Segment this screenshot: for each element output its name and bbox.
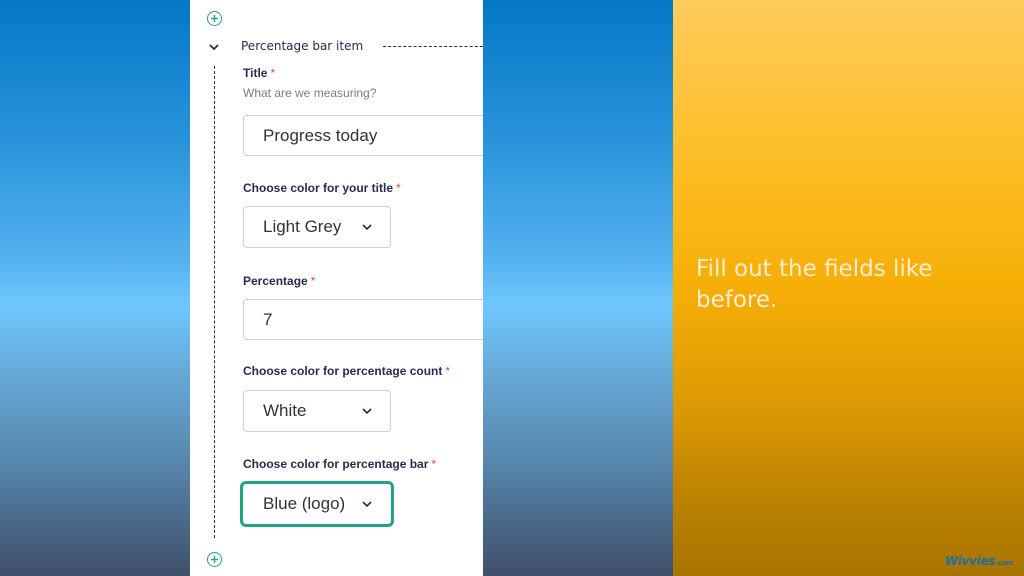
required-mark: *	[310, 274, 316, 288]
chevron-down-icon[interactable]	[208, 42, 220, 52]
percentage-label-text: Percentage	[243, 274, 308, 288]
required-mark: *	[270, 66, 276, 80]
section-title: Percentage bar item	[241, 39, 364, 53]
section-divider	[383, 46, 483, 47]
percentage-label: Percentage *	[243, 274, 315, 288]
circle-plus-icon	[210, 14, 219, 23]
section-tree-line	[214, 66, 215, 538]
count-color-select[interactable]: White	[243, 390, 391, 432]
percentage-input[interactable]: 7	[243, 299, 483, 340]
brand-suffix: .com	[995, 559, 1013, 567]
bar-color-label-text: Choose color for percentage bar	[243, 457, 429, 471]
title-color-value: Light Grey	[263, 217, 342, 236]
add-item-below-button[interactable]	[207, 552, 222, 567]
title-label-text: Title	[243, 66, 268, 80]
title-color-select[interactable]: Light Grey	[243, 206, 391, 248]
required-mark: *	[396, 181, 401, 195]
add-item-above-button[interactable]	[207, 11, 222, 26]
form-panel: Percentage bar item Title * What are we m…	[190, 0, 483, 576]
instruction-text: Fill out the fields like before.	[696, 256, 933, 313]
bar-color-label: Choose color for percentage bar *	[243, 457, 436, 471]
title-label: Title *	[243, 66, 275, 80]
chevron-down-icon	[362, 224, 372, 231]
required-mark: *	[431, 457, 437, 471]
brand-logo: Wivvies.com	[945, 554, 1013, 568]
bar-color-select[interactable]: Blue (logo)	[240, 481, 394, 527]
title-hint: What are we measuring?	[243, 86, 377, 100]
title-color-label-text: Choose color for your title	[243, 181, 394, 195]
count-color-label: Choose color for percentage count *	[243, 364, 450, 378]
title-color-label: Choose color for your title *	[243, 181, 401, 195]
bar-color-value: Blue (logo)	[263, 494, 346, 513]
count-color-value: White	[263, 401, 307, 420]
chevron-down-icon	[362, 408, 372, 415]
count-color-label-text: Choose color for percentage count	[243, 364, 443, 378]
title-input[interactable]: Progress today	[243, 115, 483, 156]
chevron-down-icon	[362, 501, 372, 508]
instruction-panel: Fill out the fields like before. Wivvies…	[673, 0, 1024, 576]
required-mark: *	[445, 364, 451, 378]
circle-plus-icon	[210, 555, 219, 564]
brand-name: Wivvies	[944, 554, 996, 568]
